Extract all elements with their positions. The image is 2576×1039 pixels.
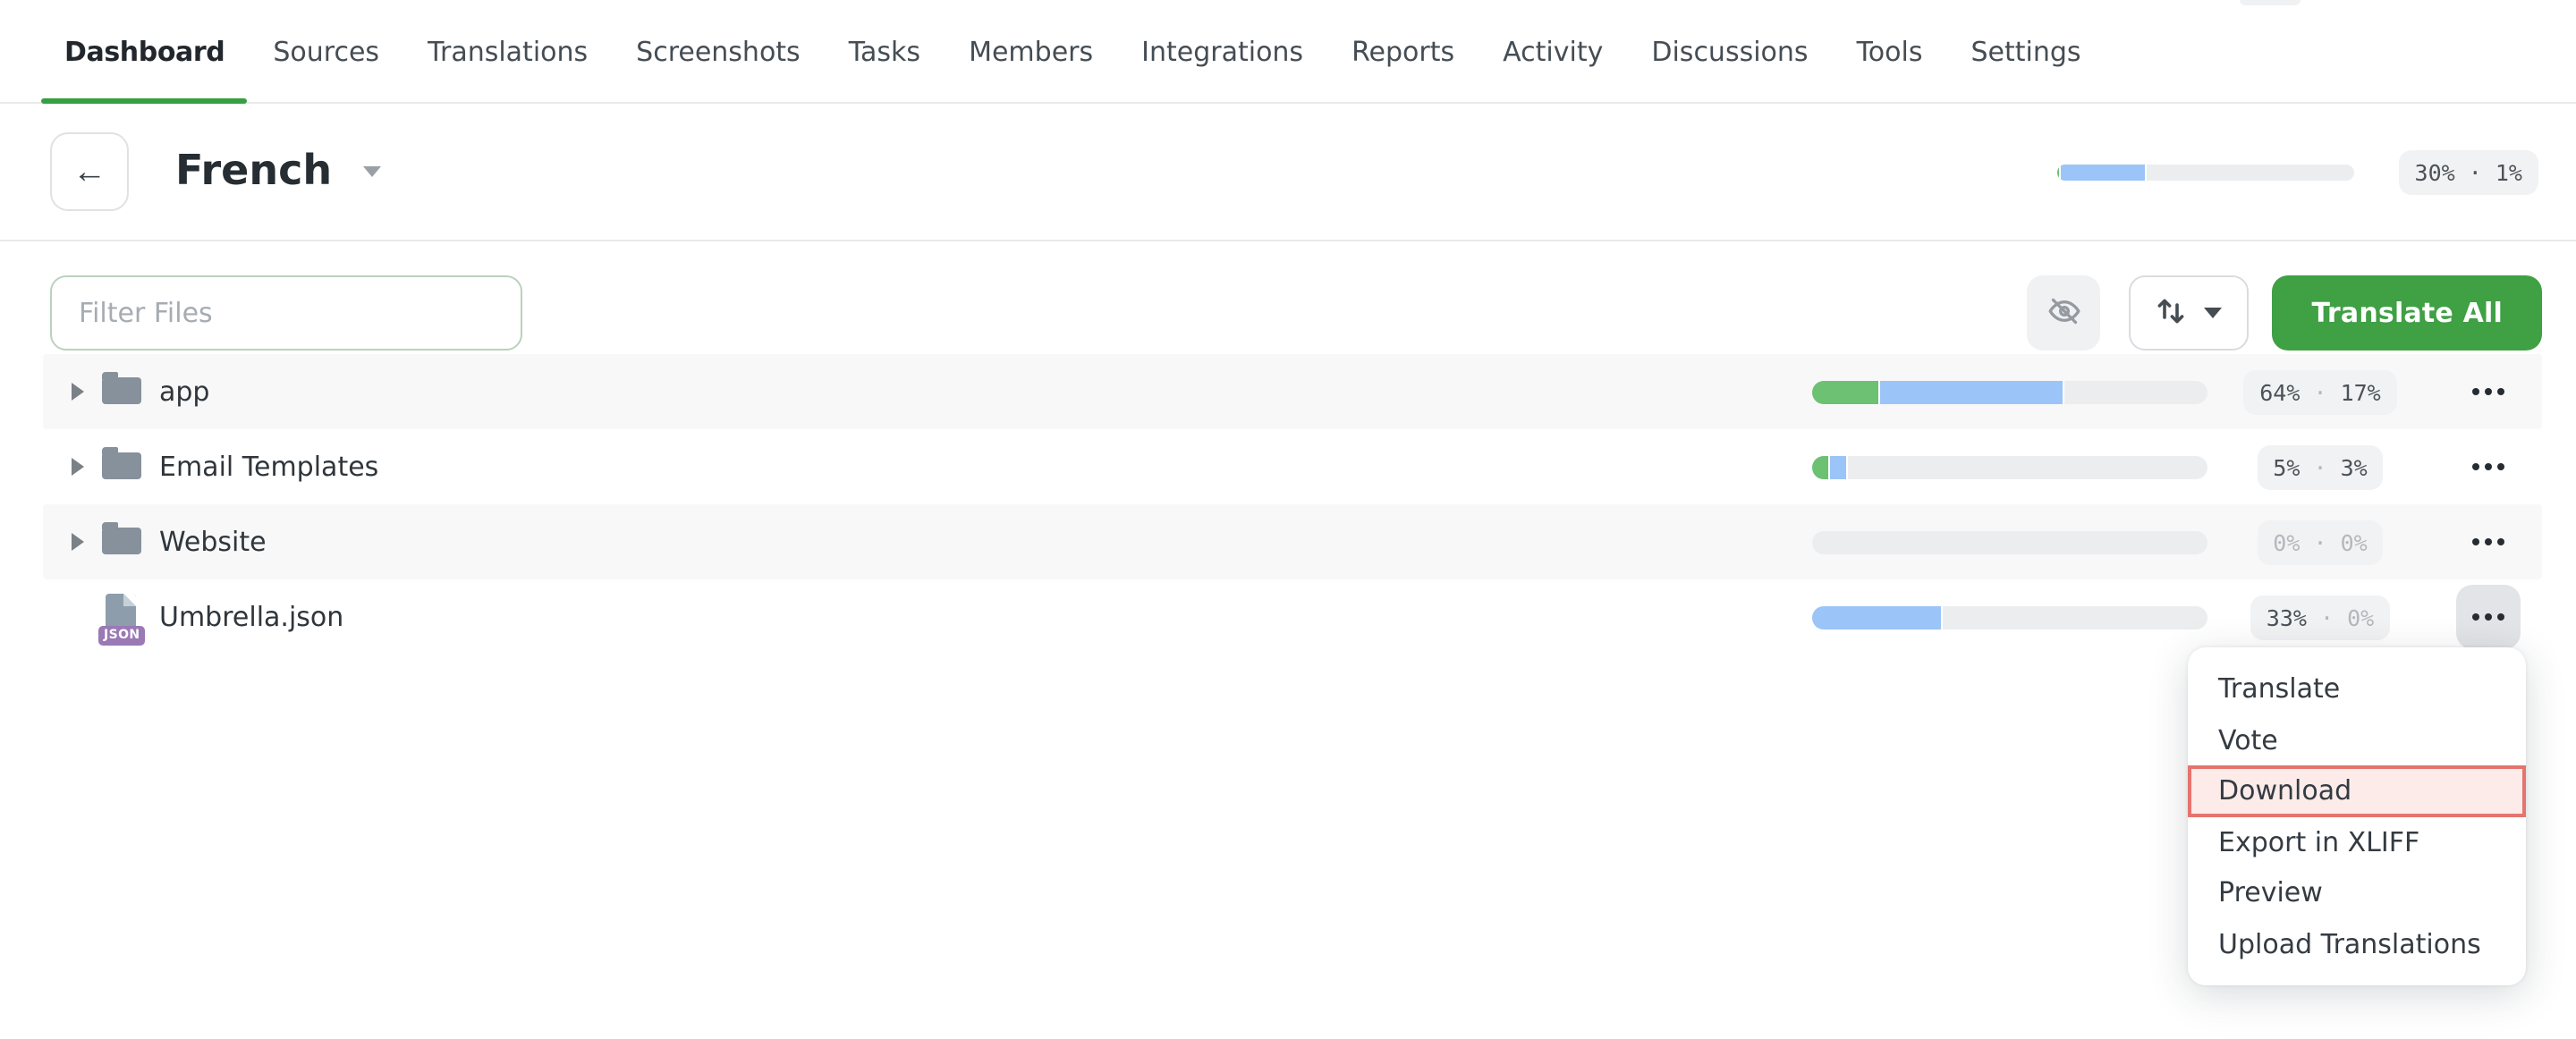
folder-icon	[102, 443, 141, 490]
badge-separator: ·	[2300, 378, 2340, 405]
tab-tools[interactable]: Tools	[1857, 0, 1923, 102]
translate-all-button[interactable]: Translate All	[2273, 275, 2542, 351]
expand-caret-box[interactable]	[66, 533, 88, 551]
approved-percent: 0%	[2341, 528, 2368, 555]
file-toolbar: Translate All	[50, 275, 2542, 351]
tab-dashboard[interactable]: Dashboard	[64, 0, 225, 102]
tab-translations[interactable]: Translations	[428, 0, 588, 102]
ellipsis-icon	[2472, 538, 2504, 545]
file-name[interactable]: Umbrella.json	[159, 601, 343, 633]
approved-percent: 17%	[2341, 378, 2381, 405]
row-progress-bar	[1812, 455, 2207, 478]
back-button[interactable]: ←	[50, 132, 129, 211]
progress-badge: 0% · 0%	[2257, 520, 2383, 564]
language-dropdown-caret-icon[interactable]	[362, 166, 380, 177]
page-title: French	[175, 148, 332, 195]
menu-item-vote[interactable]: Vote	[2188, 714, 2526, 765]
row-menu-button[interactable]	[2456, 359, 2521, 424]
expand-caret-box[interactable]	[66, 458, 88, 476]
file-context-menu: TranslateVoteDownloadExport in XLIFFPrev…	[2188, 647, 2526, 985]
row-badge-box: 33% · 0%	[2238, 595, 2402, 639]
back-arrow-icon: ←	[72, 155, 106, 189]
row-badge-box: 64% · 17%	[2238, 369, 2402, 414]
badge-separator: ·	[2300, 453, 2340, 480]
translated-percent: 0%	[2273, 528, 2300, 555]
progress-badge: 64% · 17%	[2243, 369, 2396, 414]
sort-dropdown-caret-icon	[2205, 308, 2223, 318]
menu-item-export-in-xliff[interactable]: Export in XLIFF	[2188, 816, 2526, 867]
file-type-badge: JSON	[98, 626, 146, 646]
sort-arrows-icon	[2157, 294, 2187, 332]
chevron-right-icon	[71, 458, 83, 476]
row-badge-box: 0% · 0%	[2238, 520, 2402, 564]
translated-percent: 64%	[2259, 378, 2300, 405]
progress-approved-segment	[1812, 455, 1830, 478]
top-navigation: Dashboard Sources Translations Screenshots T…	[0, 0, 2576, 104]
folder-icon	[102, 519, 141, 565]
folder-glyph	[102, 377, 141, 404]
ellipsis-icon	[2472, 613, 2504, 621]
tab-tasks[interactable]: Tasks	[849, 0, 920, 102]
tab-integrations[interactable]: Integrations	[1141, 0, 1303, 102]
ellipsis-icon	[2472, 388, 2504, 395]
menu-item-preview[interactable]: Preview	[2188, 867, 2526, 918]
hide-completed-button[interactable]	[2028, 275, 2101, 351]
menu-item-upload-translations[interactable]: Upload Translations	[2188, 918, 2526, 969]
ellipsis-icon	[2472, 463, 2504, 470]
progress-translated-segment	[2061, 164, 2147, 180]
row-menu-button[interactable]	[2456, 435, 2521, 499]
language-progress-bar	[2057, 164, 2354, 180]
folder-name[interactable]: Website	[159, 526, 267, 558]
row-badge-box: 5% · 3%	[2238, 444, 2402, 489]
project-header: ← French 30% · 1%	[0, 104, 2576, 241]
folder-name[interactable]: Email Templates	[159, 451, 378, 483]
tab-activity[interactable]: Activity	[1503, 0, 1603, 102]
folder-icon	[102, 368, 141, 415]
folder-glyph	[102, 528, 141, 554]
translated-percent: 5%	[2273, 453, 2300, 480]
progress-translated-segment	[1812, 605, 1943, 629]
expand-caret-box[interactable]	[66, 383, 88, 401]
approved-percent: 3%	[2341, 453, 2368, 480]
badge-separator: ·	[2307, 604, 2347, 630]
tab-members[interactable]: Members	[969, 0, 1093, 102]
eye-off-icon	[2046, 292, 2082, 334]
table-row: JSON Umbrella.json 33% · 0%	[43, 579, 2542, 655]
progress-translated-segment	[1879, 380, 2065, 403]
top-edge-popover-remnant	[2240, 0, 2301, 5]
menu-item-download[interactable]: Download	[2188, 765, 2526, 816]
row-progress-bar	[1812, 530, 2207, 553]
table-row: Website 0% · 0%	[43, 504, 2542, 579]
row-progress-bar	[1812, 380, 2207, 403]
nav-tabs: Dashboard Sources Translations Screenshots T…	[0, 0, 2576, 102]
language-progress-badge: 30% · 1%	[2399, 149, 2538, 194]
badge-separator: ·	[2300, 528, 2340, 555]
table-row: app 64% · 17%	[43, 354, 2542, 429]
progress-translated-segment	[1830, 455, 1848, 478]
progress-badge: 5% · 3%	[2257, 444, 2383, 489]
sort-button[interactable]	[2130, 275, 2250, 351]
row-progress-bar	[1812, 605, 2207, 629]
filter-files-input[interactable]	[50, 275, 522, 351]
table-row: Email Templates 5% · 3%	[43, 429, 2542, 504]
json-file-icon: JSON	[102, 594, 141, 640]
file-list: app 64% · 17% Email Templates 5% · 3% Websit…	[43, 354, 2542, 655]
tab-settings[interactable]: Settings	[1970, 0, 2080, 102]
tab-discussions[interactable]: Discussions	[1651, 0, 1808, 102]
tab-reports[interactable]: Reports	[1352, 0, 1454, 102]
approved-percent: 0%	[2347, 604, 2374, 630]
chevron-right-icon	[71, 383, 83, 401]
row-menu-button[interactable]	[2456, 510, 2521, 574]
folder-glyph	[102, 452, 141, 479]
progress-approved-segment	[1812, 380, 1879, 403]
app-window: Dashboard Sources Translations Screenshots T…	[0, 0, 2576, 1039]
row-menu-button[interactable]	[2456, 585, 2521, 649]
tab-sources[interactable]: Sources	[273, 0, 379, 102]
tab-screenshots[interactable]: Screenshots	[636, 0, 801, 102]
progress-badge: 33% · 0%	[2250, 595, 2390, 639]
folder-name[interactable]: app	[159, 376, 210, 408]
chevron-right-icon	[71, 533, 83, 551]
menu-item-translate[interactable]: Translate	[2188, 663, 2526, 714]
translated-percent: 33%	[2267, 604, 2307, 630]
